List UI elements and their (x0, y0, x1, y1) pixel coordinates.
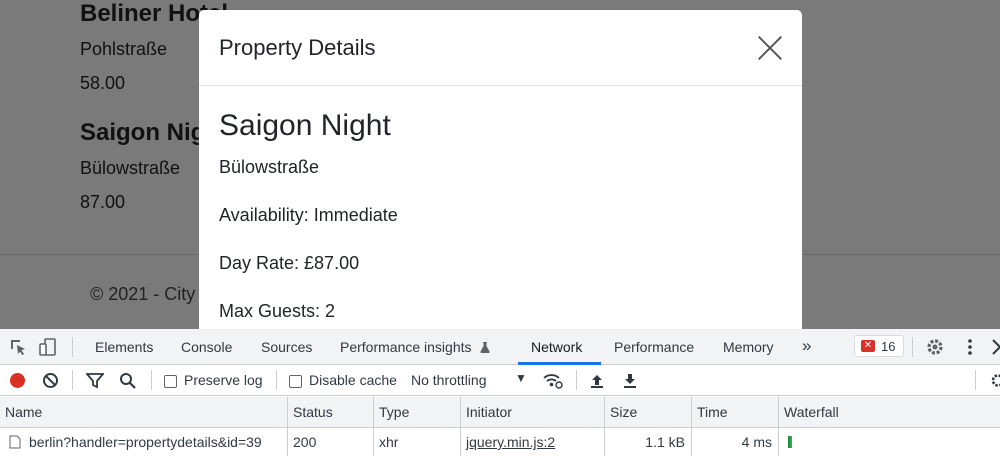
request-time: 4 ms (692, 428, 779, 456)
import-har-icon[interactable] (589, 372, 605, 389)
col-waterfall-header[interactable]: Waterfall (779, 397, 1000, 427)
tab-performance[interactable]: Performance (614, 339, 694, 355)
devtools-tabbar: Elements Console Sources Performance ins… (0, 329, 1000, 365)
close-icon[interactable] (756, 34, 784, 62)
request-name-cell: berlin?handler=propertydetails&id=39 (0, 428, 288, 456)
listing-name: Saigon Nig (80, 119, 206, 146)
property-name: Saigon Night (219, 109, 391, 142)
waterfall-bar (788, 436, 792, 448)
network-conditions-icon[interactable] (542, 371, 564, 389)
tab-performance-insights[interactable]: Performance insights (340, 339, 491, 355)
more-tabs-icon[interactable]: » (802, 336, 811, 356)
col-size-header[interactable]: Size (605, 397, 692, 427)
checkbox-box (289, 374, 302, 388)
request-initiator: jquery.min.js:2 (461, 428, 605, 456)
error-count-badge[interactable]: ✕ 16 (854, 335, 904, 357)
checkbox-label: Preserve log (184, 372, 263, 388)
listing-card[interactable]: Saigon Nig Bülowstraße 87.00 (80, 119, 205, 213)
modal-header: Property Details (199, 10, 802, 86)
toolbar-separator (151, 370, 152, 390)
devtools-panel: Elements Console Sources Performance ins… (0, 329, 1000, 456)
close-devtools-icon[interactable] (990, 337, 1000, 357)
network-request-table: Name Status Type Initiator Size Time Wat… (0, 397, 1000, 456)
col-initiator-header[interactable]: Initiator (461, 397, 605, 427)
request-status: 200 (288, 428, 374, 456)
clear-icon[interactable] (42, 372, 59, 389)
property-day-rate: Day Rate: £87.00 (219, 253, 360, 273)
tab-memory[interactable]: Memory (723, 339, 774, 355)
chevron-down-icon: ▼ (515, 371, 527, 385)
kebab-menu-icon[interactable] (960, 337, 980, 357)
request-name: berlin?handler=propertydetails&id=39 (29, 434, 262, 450)
tab-label: Performance insights (340, 339, 472, 355)
disable-cache-checkbox[interactable]: Disable cache (289, 372, 397, 388)
filter-icon[interactable] (86, 372, 104, 389)
property-max-guests: Max Guests: 2 (219, 301, 336, 321)
error-count: 16 (881, 338, 896, 354)
device-toolbar-icon[interactable] (38, 337, 58, 357)
tab-network[interactable]: Network (531, 339, 582, 355)
initiator-link[interactable]: jquery.min.js:2 (466, 434, 555, 450)
toolbar-separator (912, 337, 913, 357)
request-waterfall (779, 428, 1000, 456)
inspect-element-icon[interactable] (8, 337, 28, 357)
table-header: Name Status Type Initiator Size Time Wat… (0, 397, 1000, 428)
col-type-header[interactable]: Type (374, 397, 461, 427)
preserve-log-checkbox[interactable]: Preserve log (164, 372, 263, 388)
col-status-header[interactable]: Status (288, 397, 374, 427)
toolbar-separator (72, 370, 73, 390)
tab-elements[interactable]: Elements (95, 339, 153, 355)
property-street: Bülowstraße (219, 157, 320, 177)
toolbar-separator (72, 337, 73, 357)
error-icon: ✕ (861, 340, 875, 352)
modal-body: Saigon Night Bülowstraße Availability: I… (199, 86, 802, 340)
document-icon (9, 435, 21, 449)
col-time-header[interactable]: Time (692, 397, 779, 427)
property-availability: Availability: Immediate (219, 205, 398, 225)
table-row[interactable]: berlin?handler=propertydetails&id=39 200… (0, 428, 1000, 456)
network-settings-icon[interactable] (988, 372, 1000, 389)
record-icon[interactable] (10, 373, 25, 388)
listing-street: Bülowstraße (80, 158, 181, 178)
flask-icon (480, 342, 491, 353)
request-type: xhr (374, 428, 461, 456)
listing-price: 87.00 (80, 192, 126, 212)
gear-icon[interactable] (925, 337, 945, 357)
tab-sources[interactable]: Sources (261, 339, 312, 355)
property-details-modal: Property Details Saigon Night Bülowstraß… (199, 10, 802, 340)
checkbox-label: Disable cache (309, 372, 397, 388)
col-name-header[interactable]: Name (0, 397, 288, 427)
throttling-value: No throttling (411, 372, 487, 388)
toolbar-separator (975, 370, 976, 390)
search-icon[interactable] (119, 372, 137, 390)
throttling-select[interactable]: No throttling ▼ (411, 371, 527, 388)
toolbar-separator (576, 370, 577, 390)
network-toolbar: Preserve log Disable cache No throttling… (0, 365, 1000, 396)
request-size: 1.1 kB (605, 428, 692, 456)
checkbox-box (164, 374, 177, 388)
toolbar-separator (276, 370, 277, 390)
footer-copyright: © 2021 - City (90, 284, 196, 304)
export-har-icon[interactable] (622, 372, 638, 389)
modal-title: Property Details (219, 34, 376, 60)
tab-console[interactable]: Console (181, 339, 232, 355)
